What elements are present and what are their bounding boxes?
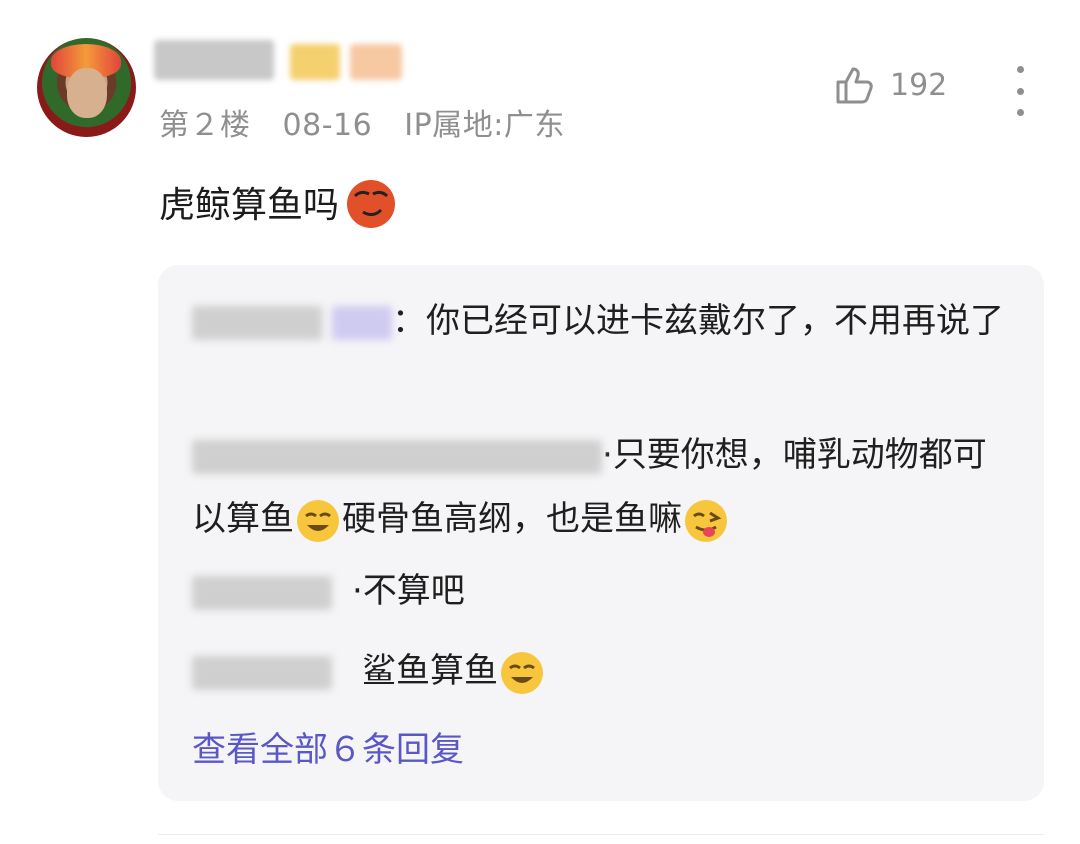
post-text: 虎鲸算鱼吗	[159, 185, 340, 226]
grinning-face-icon	[501, 651, 543, 694]
reply-username-blurred[interactable]	[192, 575, 352, 610]
avatar-face	[67, 68, 107, 118]
devil-face-icon	[347, 180, 396, 228]
reply-separator: ：	[392, 301, 426, 341]
reply-item[interactable]: ·不算吧	[192, 559, 1012, 623]
replies-panel: ：你已经可以进卡兹戴尔了，不用再说了 ·只要你想，哺乳动物都可以算鱼 硬骨鱼高纲，…	[158, 265, 1044, 801]
reply-separator: ·	[352, 571, 363, 611]
floor-label: 第２楼	[159, 108, 251, 143]
reply-username-blurred[interactable]	[192, 655, 362, 690]
avatar[interactable]	[37, 38, 136, 137]
divider	[158, 834, 1044, 835]
reply-text: 不算吧	[362, 571, 465, 611]
tongue-out-face-icon	[685, 499, 727, 542]
reply-text-continued: 硬骨鱼高纲，也是鱼嘛	[342, 499, 682, 539]
more-options-button[interactable]	[1010, 66, 1030, 116]
reply-username-blurred[interactable]	[192, 305, 392, 340]
more-dot	[1016, 66, 1024, 73]
reply-username-blurred[interactable]	[192, 439, 602, 474]
post-content[interactable]: 虎鲸算鱼吗	[159, 174, 399, 230]
grinning-face-icon	[297, 499, 339, 542]
like-count: 192	[890, 67, 948, 103]
reply-separator: ·	[602, 435, 613, 475]
reply-text: 鲨鱼算鱼	[362, 651, 498, 691]
reply-item[interactable]: ：你已经可以进卡兹戴尔了，不用再说了	[192, 289, 1012, 353]
reply-item[interactable]: 鲨鱼算鱼	[192, 639, 1012, 703]
more-dot	[1016, 87, 1024, 95]
thumbs-up-icon	[836, 67, 873, 104]
ip-location: IP属地:广东	[404, 108, 565, 143]
like-button[interactable]: 192	[834, 64, 947, 106]
view-all-replies-link[interactable]: 查看全部６条回复	[192, 722, 464, 771]
reply-item[interactable]: ·只要你想，哺乳动物都可以算鱼 硬骨鱼高纲，也是鱼嘛	[192, 423, 1012, 551]
more-dot	[1016, 109, 1024, 116]
post-date: 08-16	[282, 108, 373, 143]
reply-text: 你已经可以进卡兹戴尔了，不用再说了	[426, 301, 1004, 341]
post-meta: 第２楼 08-16 IP属地:广东	[159, 100, 587, 144]
